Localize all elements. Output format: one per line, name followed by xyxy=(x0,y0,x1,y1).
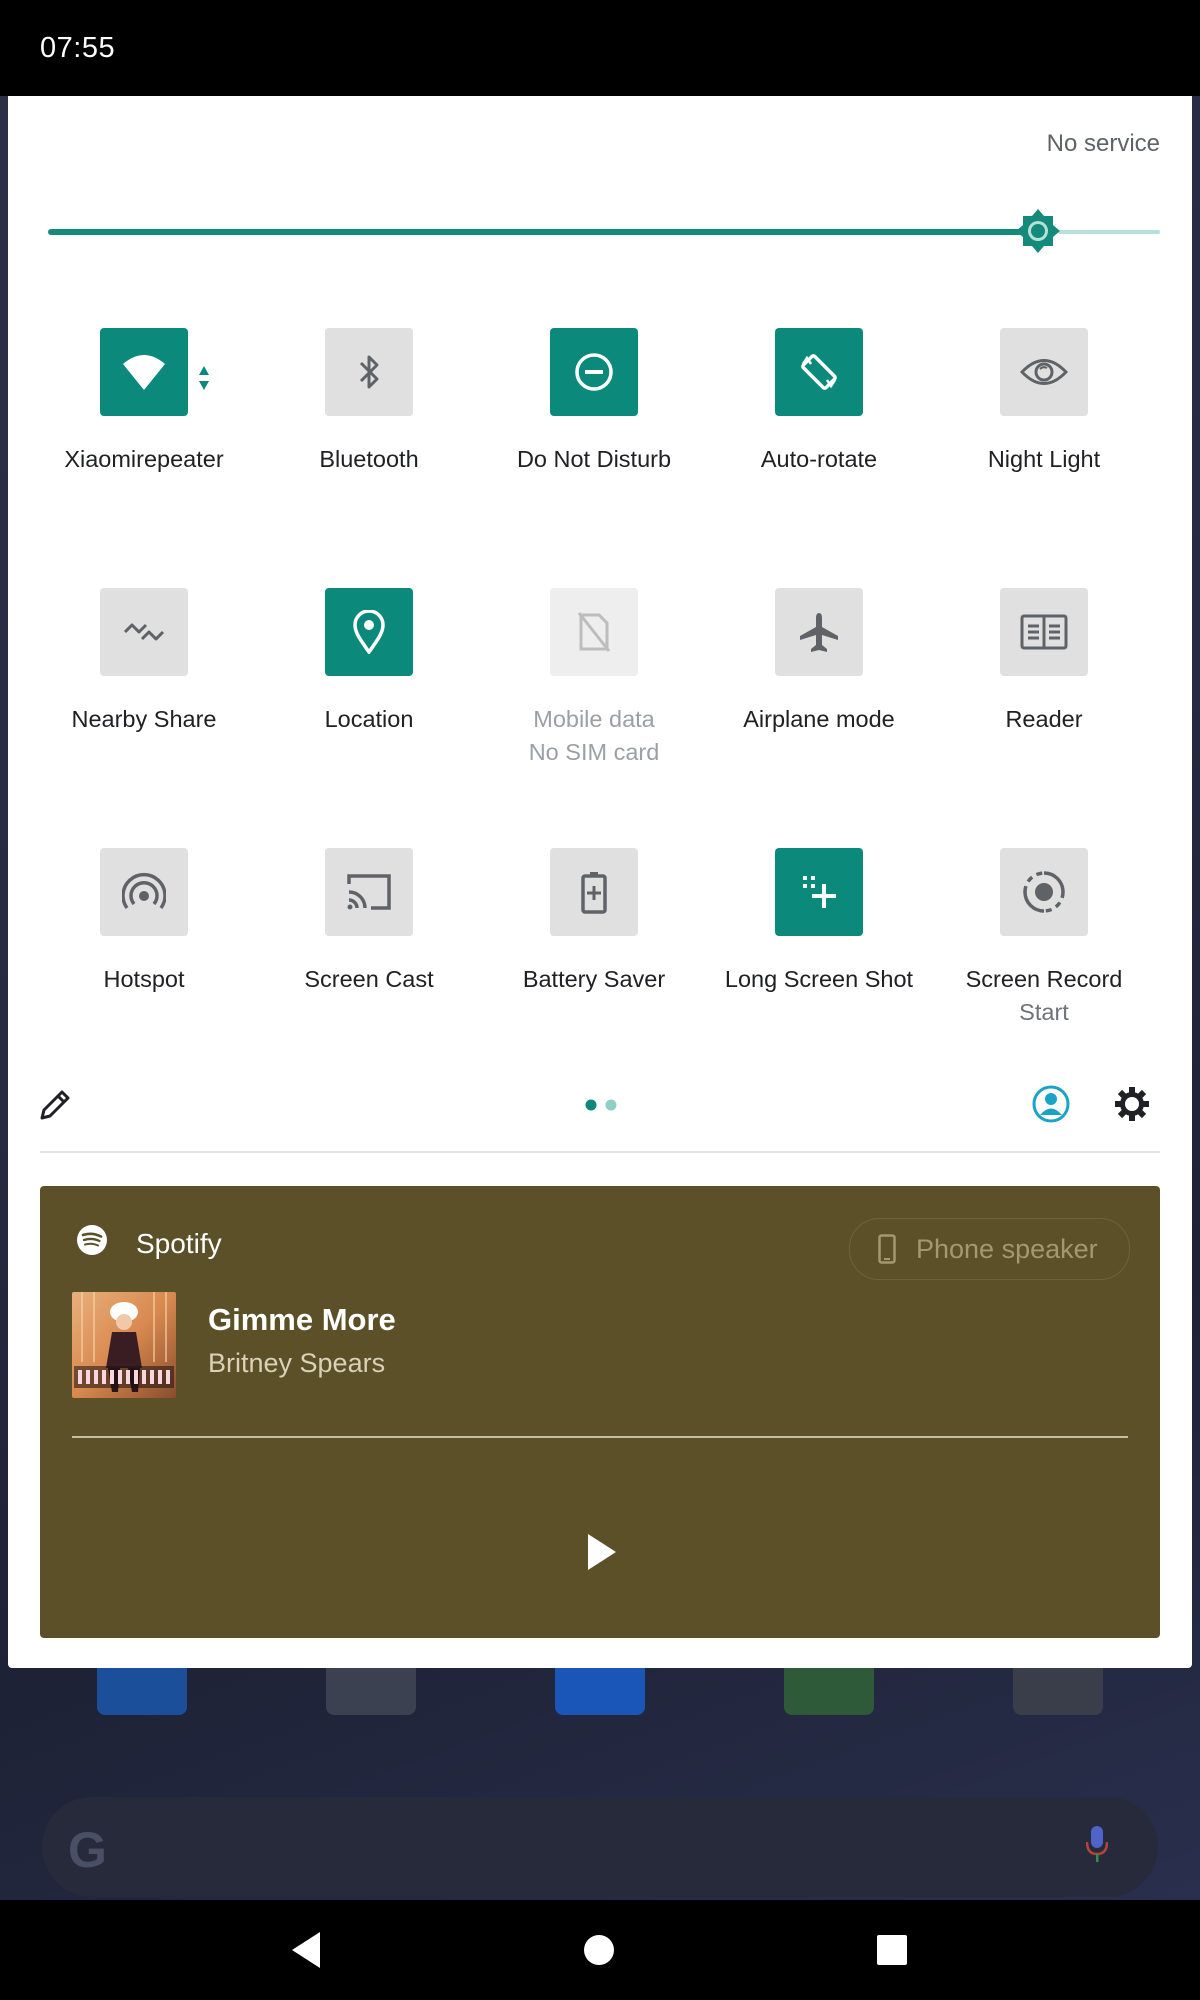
back-button[interactable] xyxy=(282,1926,330,1974)
track-title: Gimme More xyxy=(208,1302,396,1337)
tile-label: Battery Saver xyxy=(522,966,666,992)
status-bar: 07:55 xyxy=(0,0,1200,96)
tile-hotspot[interactable]: Hotspot xyxy=(32,848,256,1078)
hotspot-icon[interactable] xyxy=(100,848,188,936)
cast-icon[interactable] xyxy=(325,848,413,936)
location-icon[interactable] xyxy=(325,588,413,676)
bluetooth-icon[interactable] xyxy=(325,328,413,416)
tile-do-not-disturb[interactable]: Do Not Disturb xyxy=(482,328,706,558)
brightness-slider[interactable] xyxy=(48,209,1160,253)
output-device-label: Phone speaker xyxy=(916,1233,1098,1264)
tile-label: Do Not Disturb xyxy=(516,446,672,472)
media-app-name: Spotify xyxy=(136,1228,222,1259)
home-circle-icon xyxy=(584,1935,614,1965)
tile-label: Hotspot xyxy=(103,966,185,992)
back-triangle-icon xyxy=(292,1932,320,1968)
brightness-track-remaining xyxy=(1058,230,1160,234)
page-dot-current xyxy=(585,1099,597,1111)
tile-xiaomirepeater[interactable]: Xiaomirepeater xyxy=(32,328,256,558)
tile-reader[interactable]: Reader xyxy=(932,588,1156,818)
tile-battery-saver[interactable]: Battery Saver xyxy=(482,848,706,1078)
microphone-icon[interactable] xyxy=(1086,1826,1108,1862)
tile-sublabel: Start xyxy=(1019,999,1069,1025)
page-dot[interactable] xyxy=(605,1099,617,1111)
tile-screen-record[interactable]: Screen Record Start xyxy=(932,848,1156,1078)
tile-label: Night Light xyxy=(987,446,1101,472)
brightness-thumb-icon[interactable] xyxy=(1015,208,1061,254)
user-account-icon[interactable] xyxy=(1031,1084,1071,1124)
tile-label: Auto-rotate xyxy=(760,446,878,472)
do-not-disturb-icon[interactable] xyxy=(550,328,638,416)
google-logo-icon: G xyxy=(68,1822,107,1878)
long-screenshot-icon[interactable] xyxy=(775,848,863,936)
no-sim-icon[interactable] xyxy=(550,588,638,676)
settings-gear-icon[interactable] xyxy=(1112,1084,1152,1124)
tile-nearby-share[interactable]: Nearby Share xyxy=(32,588,256,818)
quick-settings-panel: No service Xiaomirepeater Bluetooth Do Not… xyxy=(8,96,1192,1668)
tile-label: Xiaomirepeater xyxy=(64,446,224,472)
play-icon xyxy=(588,1534,616,1570)
brightness-track-filled xyxy=(48,229,1032,235)
wifi-activity-arrows-icon xyxy=(198,364,210,392)
google-search-bar[interactable] xyxy=(42,1797,1158,1897)
media-player-card[interactable]: Spotify Phone speaker Gimme More Britney… xyxy=(40,1186,1160,1638)
phone-speaker-icon xyxy=(878,1234,896,1264)
tile-label: Screen Record xyxy=(965,966,1123,992)
tile-label: Reader xyxy=(1005,706,1083,732)
tile-label: Long Screen Shot xyxy=(724,966,914,992)
carrier-label: No service xyxy=(1046,130,1160,157)
tile-screen-cast[interactable]: Screen Cast xyxy=(257,848,481,1078)
status-clock: 07:55 xyxy=(40,32,116,64)
tile-label: Airplane mode xyxy=(743,706,895,732)
edit-pencil-icon[interactable] xyxy=(38,1086,74,1122)
tile-sublabel: No SIM card xyxy=(528,739,660,765)
tile-label: Mobile data xyxy=(533,706,655,732)
recents-square-icon xyxy=(877,1935,907,1965)
tile-location[interactable]: Location xyxy=(257,588,481,818)
airplane-icon[interactable] xyxy=(775,588,863,676)
battery-saver-icon[interactable] xyxy=(550,848,638,936)
night-light-icon[interactable] xyxy=(1000,328,1088,416)
album-art xyxy=(72,1292,176,1398)
tile-mobile-data[interactable]: Mobile data No SIM card xyxy=(482,588,706,818)
panel-divider xyxy=(40,1151,1160,1153)
reader-icon[interactable] xyxy=(1000,588,1088,676)
recents-button[interactable] xyxy=(868,1926,916,1974)
tile-label: Bluetooth xyxy=(319,446,419,472)
page-indicator xyxy=(585,1099,617,1111)
screen-record-icon[interactable] xyxy=(1000,848,1088,936)
tile-airplane-mode[interactable]: Airplane mode xyxy=(707,588,931,818)
auto-rotate-icon[interactable] xyxy=(775,328,863,416)
tile-bluetooth[interactable]: Bluetooth xyxy=(257,328,481,558)
tile-label: Screen Cast xyxy=(304,966,434,992)
home-button[interactable] xyxy=(575,1926,623,1974)
spotify-icon xyxy=(77,1225,107,1255)
track-artist: Britney Spears xyxy=(208,1348,386,1378)
tile-long-screen-shot[interactable]: Long Screen Shot xyxy=(707,848,931,1078)
tile-auto-rotate[interactable]: Auto-rotate xyxy=(707,328,931,558)
output-device-chip[interactable]: Phone speaker xyxy=(849,1218,1130,1280)
tile-label: Location xyxy=(324,706,414,732)
seek-bar[interactable] xyxy=(72,1436,1128,1438)
wifi-icon[interactable] xyxy=(100,328,188,416)
tile-label: Nearby Share xyxy=(71,706,217,732)
nearby-share-icon[interactable] xyxy=(100,588,188,676)
tile-night-light[interactable]: Night Light xyxy=(932,328,1156,558)
play-button[interactable] xyxy=(576,1526,628,1578)
